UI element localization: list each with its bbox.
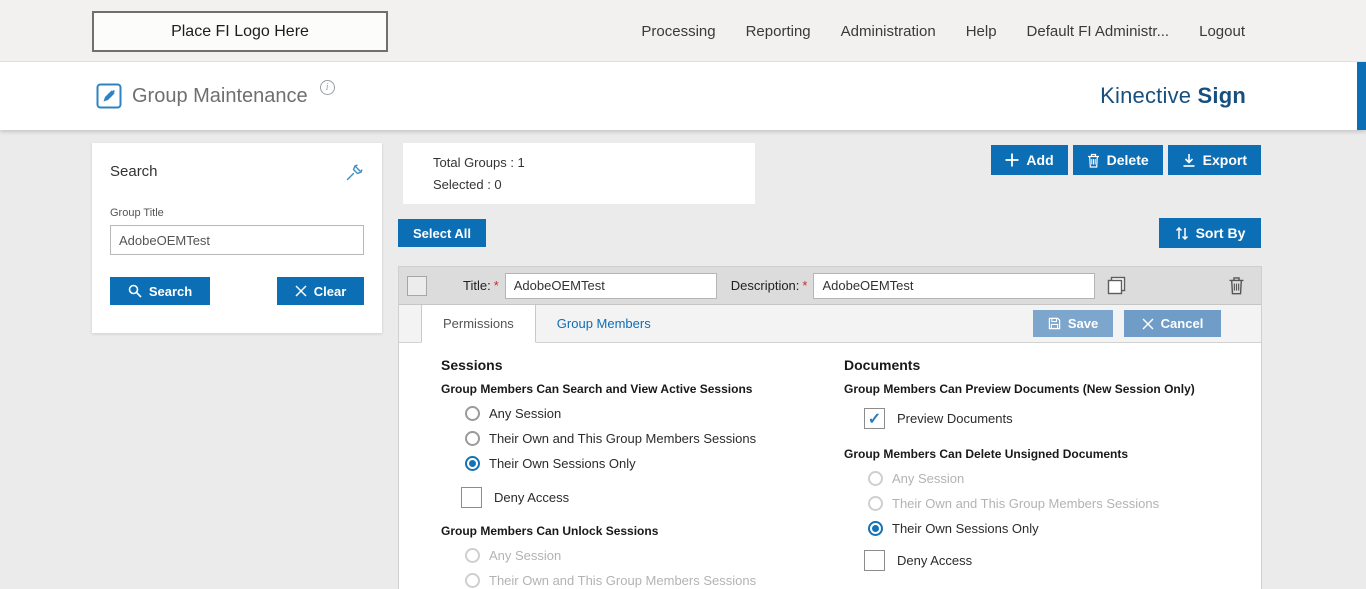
sort-icon	[1175, 226, 1189, 241]
export-button-label: Export	[1203, 152, 1247, 168]
checkbox-icon-checked[interactable]	[864, 408, 885, 429]
scrollbar-thumb[interactable]	[1357, 62, 1366, 130]
required-marker: *	[802, 278, 807, 293]
fi-logo-placeholder: Place FI Logo Here	[92, 11, 388, 52]
info-icon[interactable]: i	[320, 80, 335, 95]
copy-icon[interactable]	[1105, 274, 1128, 297]
radio-option-any-session-disabled: Any Session	[465, 547, 844, 563]
group-title-input[interactable]	[110, 225, 364, 255]
deny-access-checkbox-row[interactable]: Deny Access	[461, 487, 844, 508]
add-button[interactable]: Add	[991, 145, 1067, 175]
close-icon	[1142, 318, 1154, 330]
nav-logout[interactable]: Logout	[1199, 23, 1245, 40]
preview-documents-group-label: Group Members Can Preview Documents (New…	[844, 382, 1261, 396]
group-panel: Title:* Description:* Permissions	[398, 266, 1262, 589]
page-title: Group Maintenance	[132, 85, 308, 108]
radio-option-any-session-disabled: Any Session	[868, 470, 1261, 486]
checkbox-icon[interactable]	[864, 550, 885, 571]
pin-icon[interactable]	[344, 163, 364, 183]
delete-button[interactable]: Delete	[1073, 145, 1163, 175]
checkbox-icon[interactable]	[461, 487, 482, 508]
sort-by-button[interactable]: Sort By	[1159, 218, 1261, 248]
sessions-column: Sessions Group Members Can Search and Vi…	[441, 349, 844, 589]
radio-option-any-session[interactable]: Any Session	[465, 405, 844, 421]
nav-processing[interactable]: Processing	[641, 23, 715, 40]
add-button-label: Add	[1026, 152, 1053, 168]
row-trash-icon[interactable]	[1228, 276, 1245, 295]
clear-button[interactable]: Clear	[277, 277, 364, 305]
close-icon	[295, 285, 307, 297]
radio-icon-disabled	[868, 496, 883, 511]
radio-icon-disabled	[465, 573, 480, 588]
export-button[interactable]: Export	[1168, 145, 1261, 175]
title-label: Title:*	[463, 278, 499, 293]
required-marker: *	[494, 278, 499, 293]
nav-reporting[interactable]: Reporting	[746, 23, 811, 40]
delete-button-label: Delete	[1107, 152, 1149, 168]
nav-help[interactable]: Help	[966, 23, 997, 40]
save-button[interactable]: Save	[1033, 310, 1113, 337]
selected-count-text: Selected : 0	[433, 174, 755, 196]
clear-button-label: Clear	[314, 284, 347, 299]
total-groups-text: Total Groups : 1	[433, 152, 755, 174]
brand-sign: Sign	[1198, 83, 1246, 108]
radio-icon-disabled	[465, 548, 480, 563]
radio-icon[interactable]	[465, 431, 480, 446]
select-all-button[interactable]: Select All	[398, 219, 486, 247]
save-icon	[1048, 317, 1061, 330]
search-button-label: Search	[149, 284, 192, 299]
radio-icon-disabled	[868, 471, 883, 486]
permissions-tab-content: Sessions Group Members Can Search and Vi…	[399, 343, 1261, 589]
group-description-field[interactable]	[813, 273, 1095, 299]
group-row: Title:* Description:*	[399, 267, 1261, 305]
title-bar: Group Maintenance i Kinective Sign	[0, 62, 1366, 130]
group-actions: Add Delete Export	[991, 145, 1261, 175]
cancel-button-label: Cancel	[1161, 316, 1204, 331]
tab-group-members[interactable]: Group Members	[536, 305, 672, 342]
tab-permissions[interactable]: Permissions	[421, 305, 536, 343]
group-select-checkbox[interactable]	[407, 276, 427, 296]
sessions-heading: Sessions	[441, 357, 844, 373]
group-maintenance-icon	[96, 83, 122, 109]
nav-administration[interactable]: Administration	[841, 23, 936, 40]
brand-logo: Kinective Sign	[1100, 83, 1246, 109]
search-panel: Search Group Title Search Clear	[92, 143, 382, 333]
fi-logo-text: Place FI Logo Here	[171, 23, 309, 41]
documents-heading: Documents	[844, 357, 1261, 373]
description-label: Description:*	[731, 278, 808, 293]
radio-option-own-and-group[interactable]: Their Own and This Group Members Session…	[465, 430, 844, 446]
trash-icon	[1087, 153, 1100, 168]
radio-icon[interactable]	[465, 406, 480, 421]
search-button[interactable]: Search	[110, 277, 210, 305]
brand-kinective: Kinective	[1100, 83, 1191, 108]
top-bar: Place FI Logo Here Processing Reporting …	[0, 0, 1366, 62]
search-view-group-label: Group Members Can Search and View Active…	[441, 382, 844, 396]
radio-icon-checked[interactable]	[868, 521, 883, 536]
radio-option-own-and-group-disabled: Their Own and This Group Members Session…	[868, 495, 1261, 511]
download-icon	[1182, 153, 1196, 168]
top-nav: Processing Reporting Administration Help…	[641, 0, 1245, 62]
unlock-group-label: Group Members Can Unlock Sessions	[441, 524, 844, 538]
documents-column: Documents Group Members Can Preview Docu…	[844, 349, 1261, 589]
group-title-field[interactable]	[505, 273, 717, 299]
group-title-label: Group Title	[110, 207, 364, 219]
form-actions: Save Cancel	[1033, 305, 1221, 342]
radio-option-own-only[interactable]: Their Own Sessions Only	[465, 455, 844, 471]
search-panel-title: Search	[110, 163, 158, 180]
deny-access-checkbox-row[interactable]: Deny Access	[864, 550, 1261, 571]
groups-summary: Total Groups : 1 Selected : 0	[403, 143, 755, 204]
tab-strip: Permissions Group Members Save Cancel	[399, 305, 1261, 343]
cancel-button[interactable]: Cancel	[1124, 310, 1221, 337]
radio-icon-checked[interactable]	[465, 456, 480, 471]
delete-unsigned-group-label: Group Members Can Delete Unsigned Docume…	[844, 447, 1261, 461]
preview-documents-checkbox-row[interactable]: Preview Documents	[864, 408, 1261, 429]
plus-icon	[1005, 153, 1019, 167]
radio-option-own-and-group-disabled: Their Own and This Group Members Session…	[465, 572, 844, 588]
radio-option-own-only[interactable]: Their Own Sessions Only	[868, 520, 1261, 536]
search-icon	[128, 284, 142, 298]
nav-current-user[interactable]: Default FI Administr...	[1027, 23, 1170, 40]
sort-by-label: Sort By	[1196, 225, 1246, 241]
save-button-label: Save	[1068, 316, 1098, 331]
select-all-label: Select All	[413, 226, 471, 241]
